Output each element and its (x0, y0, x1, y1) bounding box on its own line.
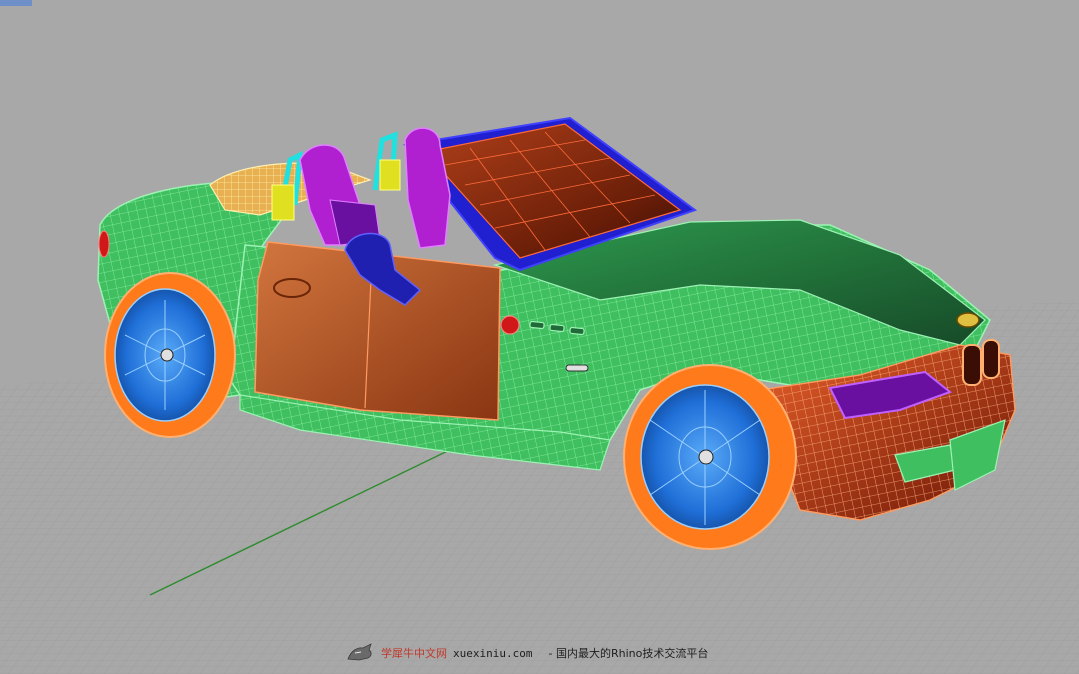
viewport-corner-tab[interactable] (0, 0, 32, 6)
perspective-viewport[interactable]: 学犀牛中文网 xuexiniu.com - 国内最大的Rhino技术交流平台 (0, 0, 1079, 674)
watermark-tagline: - 国内最大的Rhino技术交流平台 (548, 647, 709, 660)
roll-bar-bracket (379, 159, 401, 191)
watermark-site: xuexiniu.com (453, 646, 533, 660)
side-marker[interactable] (565, 364, 589, 372)
front-hub-cap (698, 449, 714, 465)
watermark-brand: 学犀牛中文网 (381, 647, 447, 660)
front-wheel[interactable] (623, 364, 797, 550)
watermark-logo-icon (345, 641, 375, 666)
watermark: 学犀牛中文网 xuexiniu.com - 国内最大的Rhino技术交流平台 (345, 640, 708, 666)
hood-emblem[interactable] (956, 312, 980, 328)
tail-light[interactable] (98, 230, 110, 258)
viewport-canvas[interactable] (0, 0, 1079, 674)
rear-wheel[interactable] (104, 272, 236, 438)
roll-bar-bracket-2 (271, 184, 295, 221)
fender-emblem[interactable] (500, 315, 520, 335)
rear-hub-cap (160, 348, 174, 362)
